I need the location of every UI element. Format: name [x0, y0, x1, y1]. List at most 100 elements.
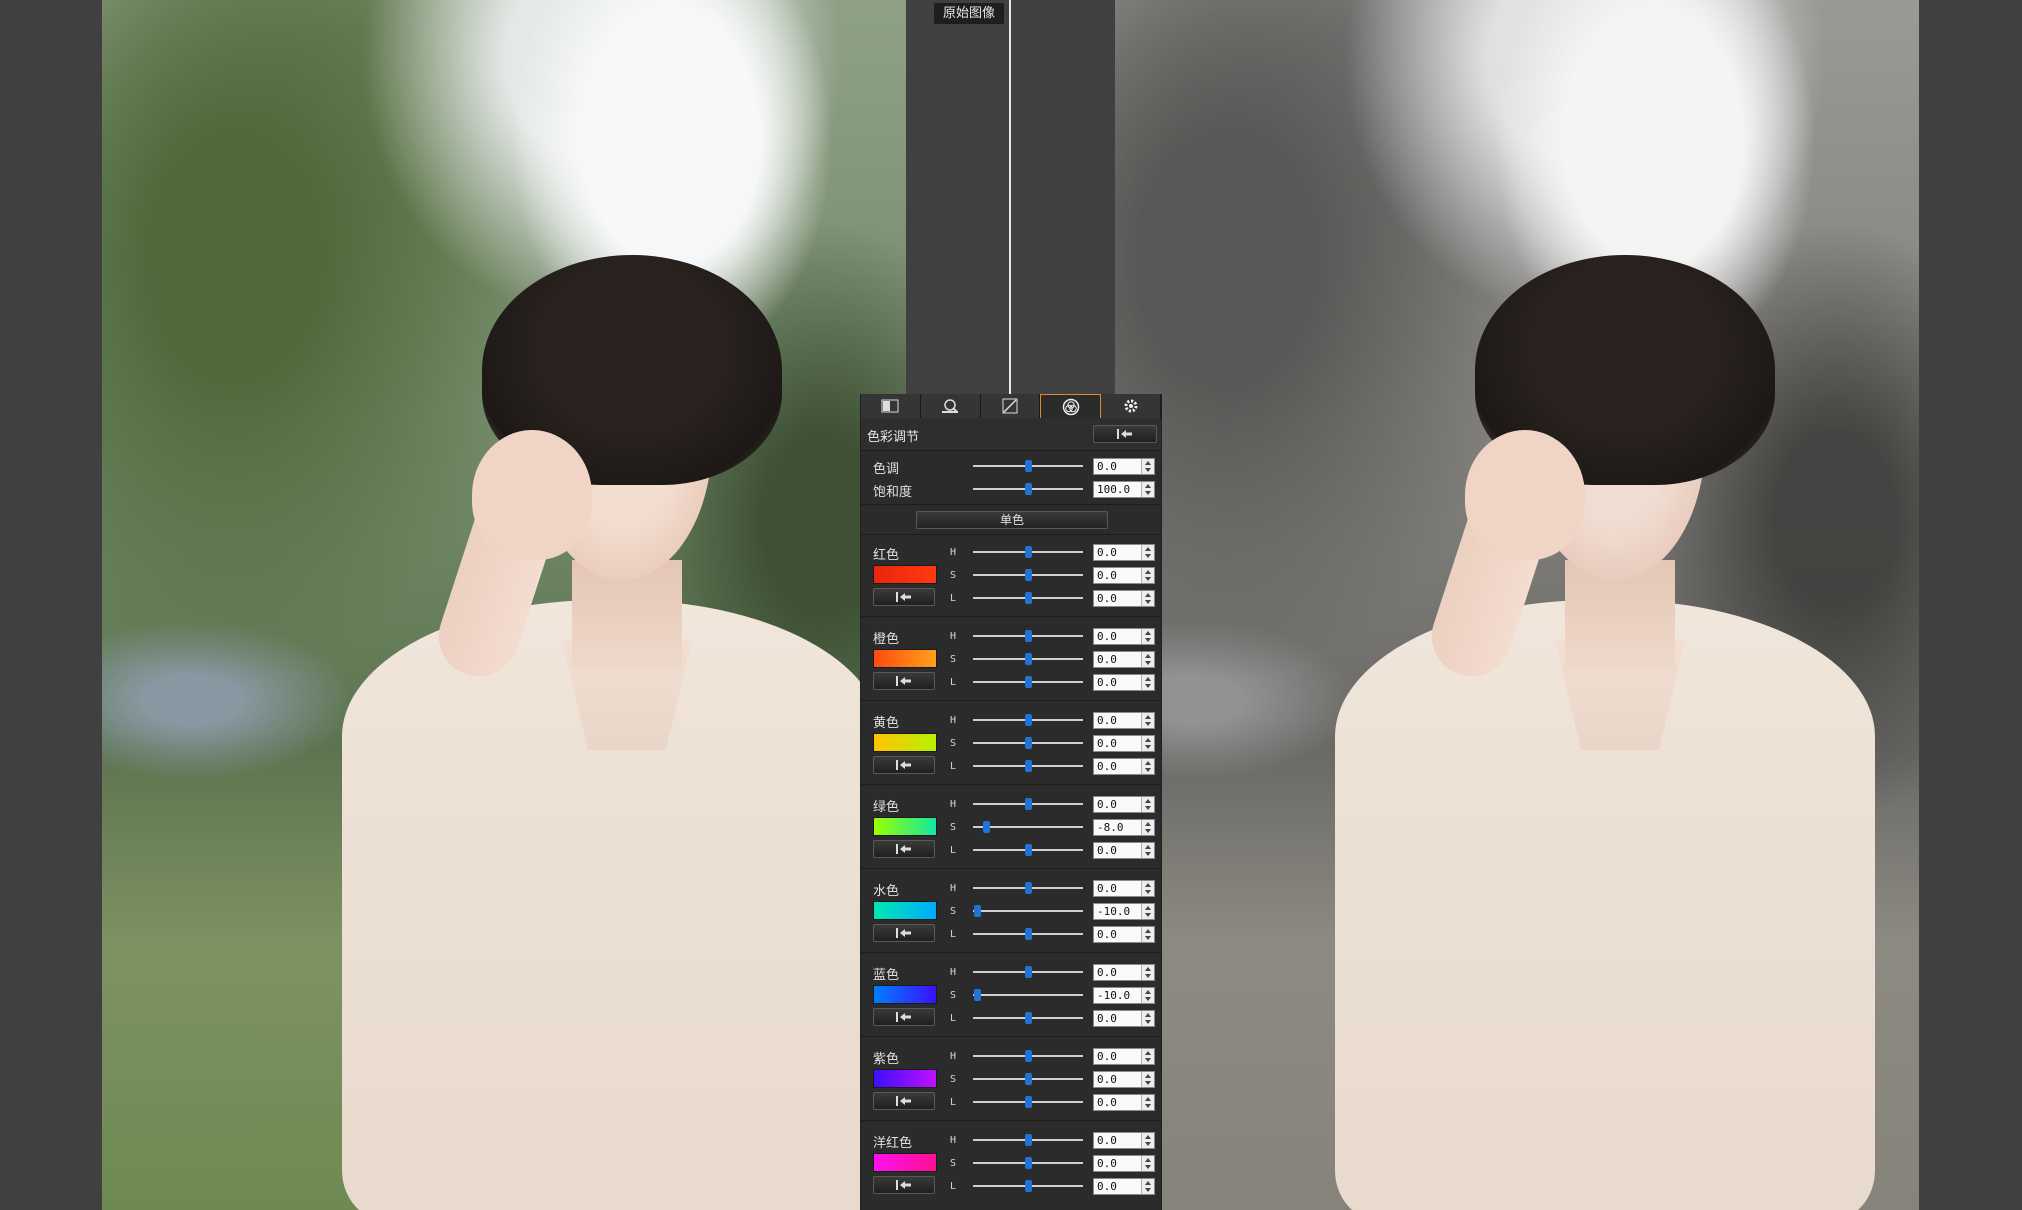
- single-color-button[interactable]: 单色: [916, 511, 1108, 529]
- spin-buttons[interactable]: [1141, 904, 1154, 919]
- color-hsl-input[interactable]: 0.0: [1093, 1155, 1155, 1172]
- spin-buttons[interactable]: [1141, 988, 1154, 1003]
- spin-buttons[interactable]: [1141, 820, 1154, 835]
- color-reset-button[interactable]: [873, 756, 935, 774]
- compare-divider[interactable]: [1009, 0, 1011, 394]
- spin-buttons[interactable]: [1141, 736, 1154, 751]
- slider-thumb[interactable]: [1025, 1180, 1032, 1192]
- color-hsl-slider[interactable]: [973, 905, 1083, 917]
- color-hsl-slider[interactable]: [973, 1157, 1083, 1169]
- spin-buttons[interactable]: [1141, 1072, 1154, 1087]
- color-hsl-slider[interactable]: [973, 844, 1083, 856]
- spin-buttons[interactable]: [1141, 797, 1154, 812]
- color-hsl-input[interactable]: 0.0: [1093, 796, 1155, 813]
- color-hsl-slider[interactable]: [973, 966, 1083, 978]
- color-hsl-input[interactable]: 0.0: [1093, 674, 1155, 691]
- saturation-input[interactable]: 100.0: [1093, 481, 1155, 498]
- color-reset-button[interactable]: [873, 1008, 935, 1026]
- color-hsl-slider[interactable]: [973, 1050, 1083, 1062]
- color-hsl-input[interactable]: 0.0: [1093, 880, 1155, 897]
- slider-thumb[interactable]: [1025, 1134, 1032, 1146]
- slider-thumb[interactable]: [1025, 798, 1032, 810]
- slider-thumb[interactable]: [1025, 1096, 1032, 1108]
- color-hsl-input[interactable]: 0.0: [1093, 1010, 1155, 1027]
- color-hsl-slider[interactable]: [973, 821, 1083, 833]
- color-hsl-slider[interactable]: [973, 798, 1083, 810]
- spin-buttons[interactable]: [1141, 881, 1154, 896]
- color-hsl-slider[interactable]: [973, 760, 1083, 772]
- spin-buttons[interactable]: [1141, 459, 1154, 474]
- spin-buttons[interactable]: [1141, 591, 1154, 606]
- spin-buttons[interactable]: [1141, 927, 1154, 942]
- color-hsl-input[interactable]: 0.0: [1093, 628, 1155, 645]
- slider-thumb[interactable]: [1025, 928, 1032, 940]
- color-hsl-input[interactable]: 0.0: [1093, 842, 1155, 859]
- color-hsl-slider[interactable]: [973, 882, 1083, 894]
- reset-all-button[interactable]: [1093, 425, 1157, 443]
- slider-thumb[interactable]: [1025, 882, 1032, 894]
- color-hsl-input[interactable]: 0.0: [1093, 1048, 1155, 1065]
- color-hsl-input[interactable]: 0.0: [1093, 567, 1155, 584]
- slider-thumb[interactable]: [1025, 844, 1032, 856]
- color-hsl-input[interactable]: 0.0: [1093, 758, 1155, 775]
- slider-thumb[interactable]: [983, 821, 991, 833]
- color-hsl-input[interactable]: 0.0: [1093, 712, 1155, 729]
- color-reset-button[interactable]: [873, 1092, 935, 1110]
- tab-histogram[interactable]: [861, 394, 921, 418]
- color-hsl-slider[interactable]: [973, 630, 1083, 642]
- color-hsl-input[interactable]: 0.0: [1093, 735, 1155, 752]
- slider-thumb[interactable]: [1025, 483, 1032, 495]
- color-hsl-slider[interactable]: [973, 714, 1083, 726]
- spin-buttons[interactable]: [1141, 545, 1154, 560]
- slider-thumb[interactable]: [1025, 966, 1032, 978]
- slider-thumb[interactable]: [1025, 546, 1032, 558]
- spin-buttons[interactable]: [1141, 568, 1154, 583]
- slider-thumb[interactable]: [974, 989, 982, 1001]
- color-hsl-input[interactable]: 0.0: [1093, 651, 1155, 668]
- color-hsl-slider[interactable]: [973, 989, 1083, 1001]
- slider-thumb[interactable]: [1025, 676, 1032, 688]
- color-reset-button[interactable]: [873, 1176, 935, 1194]
- slider-thumb[interactable]: [1025, 714, 1032, 726]
- color-hsl-slider[interactable]: [973, 546, 1083, 558]
- color-hsl-slider[interactable]: [973, 569, 1083, 581]
- hue-input[interactable]: 0.0: [1093, 458, 1155, 475]
- color-reset-button[interactable]: [873, 924, 935, 942]
- spin-buttons[interactable]: [1141, 713, 1154, 728]
- slider-thumb[interactable]: [1025, 630, 1032, 642]
- color-reset-button[interactable]: [873, 672, 935, 690]
- color-hsl-input[interactable]: -10.0: [1093, 987, 1155, 1004]
- spin-buttons[interactable]: [1141, 629, 1154, 644]
- slider-thumb[interactable]: [1025, 592, 1032, 604]
- color-hsl-input[interactable]: 0.0: [1093, 590, 1155, 607]
- tab-settings[interactable]: [1101, 394, 1161, 418]
- adjusted-photo[interactable]: [1115, 0, 1919, 1210]
- original-photo[interactable]: [102, 0, 906, 1210]
- color-hsl-slider[interactable]: [973, 737, 1083, 749]
- color-hsl-input[interactable]: 0.0: [1093, 544, 1155, 561]
- slider-thumb[interactable]: [1025, 1157, 1032, 1169]
- tab-tone-curve[interactable]: [980, 394, 1041, 418]
- color-reset-button[interactable]: [873, 588, 935, 606]
- color-hsl-input[interactable]: 0.0: [1093, 1094, 1155, 1111]
- color-hsl-slider[interactable]: [973, 653, 1083, 665]
- slider-thumb[interactable]: [1025, 653, 1032, 665]
- color-hsl-slider[interactable]: [973, 1073, 1083, 1085]
- slider-thumb[interactable]: [1025, 569, 1032, 581]
- tab-color-adjust[interactable]: [1040, 394, 1102, 418]
- color-hsl-input[interactable]: 0.0: [1093, 1132, 1155, 1149]
- color-hsl-input[interactable]: 0.0: [1093, 964, 1155, 981]
- spin-buttons[interactable]: [1141, 759, 1154, 774]
- spin-buttons[interactable]: [1141, 1133, 1154, 1148]
- spin-buttons[interactable]: [1141, 675, 1154, 690]
- spin-buttons[interactable]: [1141, 1011, 1154, 1026]
- color-reset-button[interactable]: [873, 840, 935, 858]
- spin-buttons[interactable]: [1141, 1095, 1154, 1110]
- color-hsl-input[interactable]: -10.0: [1093, 903, 1155, 920]
- slider-thumb[interactable]: [1025, 1012, 1032, 1024]
- color-hsl-input[interactable]: 0.0: [1093, 1071, 1155, 1088]
- slider-thumb[interactable]: [1025, 737, 1032, 749]
- slider-thumb[interactable]: [1025, 760, 1032, 772]
- color-hsl-slider[interactable]: [973, 928, 1083, 940]
- color-hsl-slider[interactable]: [973, 676, 1083, 688]
